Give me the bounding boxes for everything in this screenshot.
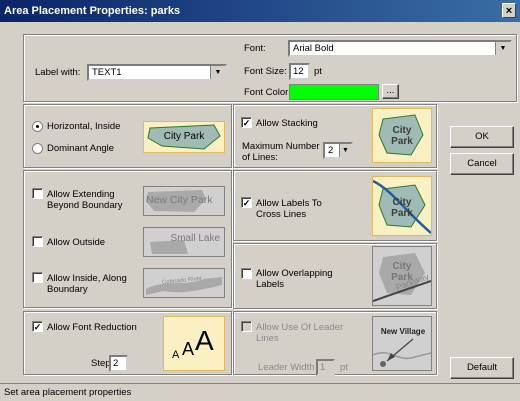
preview-city: City (392, 125, 412, 136)
status-bar: Set area placement properties (0, 383, 520, 401)
allow-leader-checkbox (241, 321, 252, 332)
inside-along-preview: Colorado River (143, 268, 225, 298)
preview-new-city-park: New City Park (146, 194, 213, 206)
allow-inside-along-label: Allow Inside, Along Boundary (47, 273, 127, 295)
leader-width-unit: pt (340, 362, 348, 373)
font-label: Font: (244, 43, 266, 54)
close-button[interactable]: × (502, 3, 516, 18)
allow-stacking-checkbox[interactable]: ✓ (241, 117, 252, 128)
window-title: Area Placement Properties: parks (4, 5, 181, 17)
font-size-input[interactable]: 12 (289, 63, 310, 80)
outside-preview: Small Lake (143, 227, 225, 257)
font-value: Arial Bold (293, 43, 334, 54)
default-button[interactable]: Default (450, 357, 514, 379)
stacking-preview: City Park (372, 108, 432, 163)
chevron-down-icon: ▼ (339, 144, 351, 157)
allow-extending-label: Allow Extending Beyond Boundary (47, 189, 123, 211)
allow-extending-checkbox[interactable] (32, 188, 43, 199)
leader-width-input: 1 (316, 359, 335, 376)
preview-letter-a-large: A (195, 325, 214, 356)
preview-small-lake: Small Lake (170, 233, 220, 244)
label-with-label: Label with: (35, 67, 81, 78)
allow-font-reduction-checkbox[interactable]: ✓ (32, 321, 43, 332)
preview-city-park: City Park (163, 131, 205, 142)
steps-input[interactable]: 2 (109, 355, 128, 372)
cross-lines-preview: City Park (372, 176, 432, 236)
title-bar: Area Placement Properties: parks (0, 0, 520, 22)
allow-cross-lines-checkbox[interactable]: ✓ (241, 197, 252, 208)
horizontal-preview: City Park (143, 121, 225, 153)
allow-outside-label: Allow Outside (47, 237, 106, 248)
label-with-select[interactable]: TEXT1 ▼ (87, 64, 227, 81)
max-lines-select[interactable]: 2 ▼ (323, 142, 353, 159)
preview-new-village: New Village (380, 327, 426, 336)
preview-letter-a-small: A (172, 349, 180, 361)
close-icon: × (505, 5, 513, 17)
preview-city-3: City (392, 261, 412, 272)
allow-overlapping-label: Allow Overlapping Labels (256, 268, 333, 290)
preview-park-2: Park (391, 208, 413, 219)
preview-city-2: City (392, 197, 412, 208)
font-size-label: Font Size: (244, 66, 287, 77)
chevron-down-icon: ▼ (495, 42, 510, 55)
allow-outside-checkbox[interactable] (32, 236, 43, 247)
allow-leader-label: Allow Use Of Leader Lines (256, 322, 344, 344)
label-with-value: TEXT1 (92, 67, 122, 78)
max-lines-value: 2 (328, 145, 334, 156)
font-color-label: Font Color: (244, 87, 291, 98)
dominant-angle-label: Dominant Angle (47, 143, 115, 154)
max-lines-label: Maximum Number of Lines: (242, 141, 320, 163)
allow-font-reduction-label: Allow Font Reduction (47, 322, 137, 333)
chevron-down-icon: ▼ (210, 66, 225, 79)
font-select[interactable]: Arial Bold ▼ (288, 40, 512, 57)
allow-stacking-label: Allow Stacking (256, 118, 318, 129)
preview-park: Park (391, 136, 413, 147)
ok-button[interactable]: OK (450, 126, 514, 148)
preview-letter-a-medium: A (182, 339, 195, 359)
allow-inside-along-checkbox[interactable] (32, 272, 43, 283)
font-color-button[interactable]: ... (382, 84, 399, 99)
extending-preview: New City Park (143, 186, 225, 216)
leader-width-label: Leader Width (258, 362, 315, 373)
horizontal-radio[interactable] (32, 121, 43, 132)
leader-preview: New Village (372, 316, 432, 371)
overlapping-preview: City Park Parkway (372, 246, 432, 306)
allow-overlapping-checkbox[interactable] (241, 268, 252, 279)
allow-cross-lines-label: Allow Labels To Cross Lines (256, 198, 322, 220)
status-text: Set area placement properties (4, 387, 132, 398)
font-reduction-preview: A A A (163, 316, 225, 371)
font-size-unit: pt (314, 66, 322, 77)
dominant-angle-radio[interactable] (32, 143, 43, 154)
cancel-button[interactable]: Cancel (450, 153, 514, 175)
horizontal-label: Horizontal, Inside (47, 121, 121, 132)
font-color-swatch[interactable] (289, 84, 379, 100)
